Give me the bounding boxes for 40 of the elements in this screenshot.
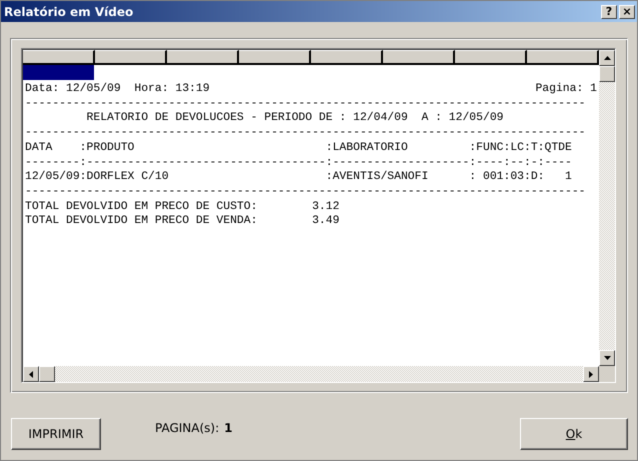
scroll-thumb[interactable] bbox=[599, 66, 615, 82]
column-header[interactable] bbox=[23, 50, 95, 65]
column-header[interactable] bbox=[167, 50, 239, 65]
selected-cell bbox=[23, 65, 94, 80]
pages-count: 1 bbox=[224, 421, 233, 435]
report-page-number: Pagina: 1 bbox=[535, 82, 597, 97]
scroll-up-button[interactable] bbox=[599, 50, 615, 66]
report-line: 12/05/09:DORFLEX C/10 :AVENTIS/SANOFI : 001:03:D: 1 bbox=[25, 170, 573, 185]
print-button[interactable]: IMPRIMIR bbox=[11, 418, 101, 450]
scroll-right-button[interactable] bbox=[583, 366, 599, 382]
up-arrow-icon bbox=[604, 56, 610, 60]
scroll-left-button[interactable] bbox=[23, 366, 39, 382]
ok-button[interactable]: Ok bbox=[520, 418, 628, 450]
report-line: DATA :PRODUTO :LABORATORIO :FUNC:LC:T:QTDE bbox=[25, 140, 573, 156]
horizontal-scrollbar[interactable] bbox=[23, 366, 599, 382]
scrollbar-corner bbox=[599, 366, 615, 382]
column-header[interactable] bbox=[383, 50, 455, 65]
close-button[interactable]: × bbox=[619, 4, 635, 18]
help-button[interactable]: ? bbox=[601, 4, 617, 18]
down-arrow-icon bbox=[604, 356, 610, 360]
column-header[interactable] bbox=[239, 50, 311, 65]
pages-label: PAGINA(s): bbox=[155, 421, 220, 435]
column-header[interactable] bbox=[527, 50, 599, 65]
report-line: ---------------------------------------------------------------------------------- bbox=[25, 126, 587, 141]
column-header[interactable] bbox=[455, 50, 527, 65]
report-line: RELATORIO DE DEVOLUCOES - PERIODO DE : 12/04/09 A : 12/05/09 bbox=[86, 111, 504, 126]
right-arrow-icon bbox=[589, 370, 593, 378]
report-date-line: Data: 12/05/09 Hora: 13:19 bbox=[25, 82, 210, 97]
scroll-thumb[interactable] bbox=[39, 366, 55, 382]
report-line: ---------------------------------------------------------------------------------- bbox=[25, 184, 587, 200]
report-line: TOTAL DEVOLVIDO EM PRECO DE VENDA: 3.49 bbox=[25, 214, 340, 230]
report-line: TOTAL DEVOLVIDO EM PRECO DE CUSTO: 3.12 bbox=[25, 200, 340, 214]
report-line: ---------------------------------------------------------------------------------- bbox=[25, 96, 587, 112]
vertical-scrollbar[interactable] bbox=[599, 50, 615, 366]
column-header[interactable] bbox=[95, 50, 167, 65]
left-arrow-icon bbox=[29, 370, 33, 378]
window-title: Relatório em Vídeo bbox=[4, 4, 134, 18]
scroll-down-button[interactable] bbox=[599, 350, 615, 366]
report-line: --------:-----------------------------------:--------------------:----:--:-:---- bbox=[25, 156, 573, 170]
column-header[interactable] bbox=[311, 50, 383, 65]
